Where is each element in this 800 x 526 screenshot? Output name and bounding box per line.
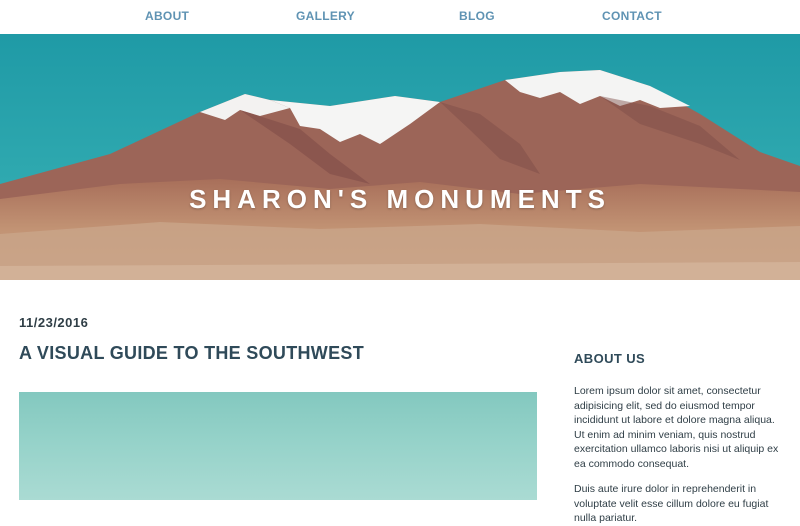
nav-link-contact[interactable]: CONTACT (602, 9, 662, 23)
mountain-landscape-image (0, 34, 800, 280)
nav-link-blog[interactable]: BLOG (459, 9, 495, 23)
post-title[interactable]: A VISUAL GUIDE TO THE SOUTHWEST (19, 343, 364, 364)
sidebar-paragraph: Duis aute irure dolor in reprehenderit i… (574, 483, 769, 525)
sidebar-heading-about-us: ABOUT US (574, 351, 646, 366)
hero-banner: SHARON'S MONUMENTS (0, 34, 800, 280)
main-content: 11/23/2016 A VISUAL GUIDE TO THE SOUTHWE… (0, 280, 800, 524)
sidebar-paragraph: Lorem ipsum dolor sit amet, consectetur … (574, 385, 779, 470)
nav-link-about[interactable]: ABOUT (145, 9, 189, 23)
nav-link-gallery[interactable]: GALLERY (296, 9, 355, 23)
post-date: 11/23/2016 (19, 315, 89, 330)
post-featured-image[interactable] (19, 392, 537, 500)
top-navigation: ABOUT GALLERY BLOG CONTACT (0, 0, 800, 34)
site-title: SHARON'S MONUMENTS (189, 184, 611, 214)
